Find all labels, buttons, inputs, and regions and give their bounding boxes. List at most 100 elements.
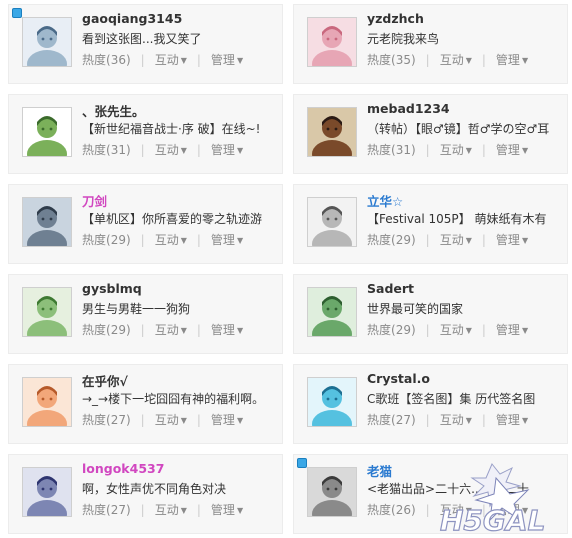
- manage-menu[interactable]: 管理▼: [211, 53, 243, 67]
- card-meta: 热度(35) | 互动 ▼ | 管理 ▼: [367, 51, 528, 68]
- online-status-icon: [12, 8, 22, 18]
- status-text[interactable]: C歌班【签名图】集 历代签名图: [367, 390, 565, 407]
- card-meta: 热度(31) | 互动 ▼ | 管理 ▼: [82, 141, 243, 158]
- manage-menu[interactable]: 管理▼: [211, 503, 243, 517]
- username-link[interactable]: Sadert: [367, 281, 414, 296]
- interact-menu[interactable]: 互动 ▼: [440, 53, 472, 67]
- hot-count: (29): [391, 323, 416, 337]
- manage-menu[interactable]: 管理▼: [211, 413, 243, 427]
- username-link[interactable]: 、张先生。: [82, 101, 145, 120]
- username-link[interactable]: yzdzhch: [367, 11, 424, 26]
- interact-menu[interactable]: 互动 ▼: [440, 413, 472, 427]
- manage-menu[interactable]: 管理▼: [496, 233, 528, 247]
- manage-menu[interactable]: 管理▼: [211, 233, 243, 247]
- username-link[interactable]: 刀剑: [82, 191, 107, 210]
- card-meta: 热度(27) | 互动 ▼ | 管理 ▼: [82, 501, 243, 518]
- username-link[interactable]: 老猫: [367, 461, 392, 480]
- manage-menu[interactable]: 管理▼: [211, 143, 243, 157]
- user-card: Sadert 世界最可笑的国家 热度(29) | 互动 ▼ | 管理 ▼: [293, 274, 568, 354]
- username-link[interactable]: mebad1234: [367, 101, 450, 116]
- status-text[interactable]: 【单机区】你所喜爱的零之轨迹游: [82, 210, 280, 227]
- status-text[interactable]: 世界最可笑的国家: [367, 300, 565, 317]
- username-link[interactable]: 在乎你√: [82, 371, 128, 390]
- card-meta: 热度(29) | 互动 ▼ | 管理 ▼: [82, 231, 243, 248]
- avatar[interactable]: [22, 287, 72, 337]
- hot-label: 热度: [367, 323, 392, 337]
- avatar[interactable]: [22, 107, 72, 157]
- divider: |: [140, 233, 145, 247]
- status-text[interactable]: 【Festival 105P】 萌妹纸有木有: [367, 210, 565, 227]
- manage-menu[interactable]: 管理▼: [496, 323, 528, 337]
- avatar[interactable]: [307, 107, 357, 157]
- interact-menu[interactable]: 互动 ▼: [440, 233, 472, 247]
- hot-count: (29): [391, 233, 416, 247]
- interact-menu[interactable]: 互动 ▼: [155, 503, 187, 517]
- status-text[interactable]: →_→楼下一坨囧囧有神的福利啊。: [82, 390, 280, 407]
- hot-count: (27): [391, 413, 416, 427]
- avatar-image: [308, 198, 356, 246]
- interact-menu[interactable]: 互动 ▼: [440, 143, 472, 157]
- interact-label: 互动: [439, 413, 464, 427]
- divider: |: [425, 53, 430, 67]
- interact-menu[interactable]: 互动 ▼: [155, 233, 187, 247]
- user-card: yzdzhch 元老院我来鸟 热度(35) | 互动 ▼ | 管理 ▼: [293, 4, 568, 84]
- hot-count: (36): [106, 53, 131, 67]
- avatar[interactable]: [307, 467, 357, 517]
- card-meta: 热度(27) | 互动 ▼ | 管理 ▼: [367, 411, 528, 428]
- avatar[interactable]: [22, 467, 72, 517]
- interact-menu[interactable]: 互动 ▼: [440, 323, 472, 337]
- chevron-down-icon: ▼: [465, 56, 472, 65]
- username-link[interactable]: longok4537: [82, 461, 164, 476]
- divider: |: [196, 53, 201, 67]
- divider: |: [196, 323, 201, 337]
- manage-menu[interactable]: 管理▼: [211, 323, 243, 337]
- avatar[interactable]: [22, 197, 72, 247]
- chevron-down-icon: ▼: [521, 146, 529, 155]
- avatar-image: [23, 198, 71, 246]
- hot-count: (29): [106, 233, 131, 247]
- hot-count: (26): [391, 503, 416, 517]
- status-text[interactable]: 男生与男鞋一一狗狗: [82, 300, 280, 317]
- avatar[interactable]: [22, 377, 72, 427]
- manage-menu[interactable]: 管理▼: [496, 143, 528, 157]
- hot-count: (31): [106, 143, 131, 157]
- manage-label: 管理: [210, 53, 235, 67]
- manage-menu[interactable]: 管理▼: [496, 413, 528, 427]
- manage-label: 管理: [210, 323, 235, 337]
- avatar-image: [308, 108, 356, 156]
- hot-label: 热度: [367, 233, 392, 247]
- avatar[interactable]: [22, 17, 72, 67]
- avatar[interactable]: [307, 377, 357, 427]
- manage-label: 管理: [210, 413, 235, 427]
- status-text[interactable]: 【新世纪福音战士·序 破】在线~!: [82, 120, 280, 137]
- chevron-down-icon: ▼: [236, 416, 244, 425]
- status-text[interactable]: （转帖）【眼♂镜】哲♂学の空♂耳: [367, 120, 565, 137]
- username-link[interactable]: gaoqiang3145: [82, 11, 182, 26]
- manage-menu[interactable]: 管理▼: [496, 53, 528, 67]
- avatar[interactable]: [307, 287, 357, 337]
- interact-menu[interactable]: 互动 ▼: [155, 323, 187, 337]
- manage-label: 管理: [210, 503, 235, 517]
- username-link[interactable]: 立华☆: [367, 191, 403, 210]
- status-text[interactable]: 啊，女性声优不同角色对决: [82, 480, 280, 497]
- interact-menu[interactable]: 互动 ▼: [155, 53, 187, 67]
- divider: |: [140, 53, 145, 67]
- chevron-down-icon: ▼: [465, 416, 472, 425]
- avatar-image: [23, 288, 71, 336]
- interact-menu[interactable]: 互动 ▼: [155, 413, 187, 427]
- avatar[interactable]: [307, 17, 357, 67]
- user-card: Crystal.o C歌班【签名图】集 历代签名图 热度(27) | 互动 ▼ | 管理 ▼: [293, 364, 568, 444]
- avatar-image: [308, 288, 356, 336]
- interact-label: 互动: [154, 233, 179, 247]
- chevron-down-icon: ▼: [521, 416, 529, 425]
- username-link[interactable]: Crystal.o: [367, 371, 430, 386]
- chevron-down-icon: ▼: [180, 326, 187, 335]
- status-text[interactable]: 元老院我来鸟: [367, 30, 565, 47]
- avatar[interactable]: [307, 197, 357, 247]
- interact-label: 互动: [439, 323, 464, 337]
- status-text[interactable]: 看到这张图...我又笑了: [82, 30, 280, 47]
- interact-menu[interactable]: 互动 ▼: [155, 143, 187, 157]
- username-link[interactable]: gysblmq: [82, 281, 142, 296]
- chevron-down-icon: ▼: [180, 416, 187, 425]
- avatar-image: [308, 468, 356, 516]
